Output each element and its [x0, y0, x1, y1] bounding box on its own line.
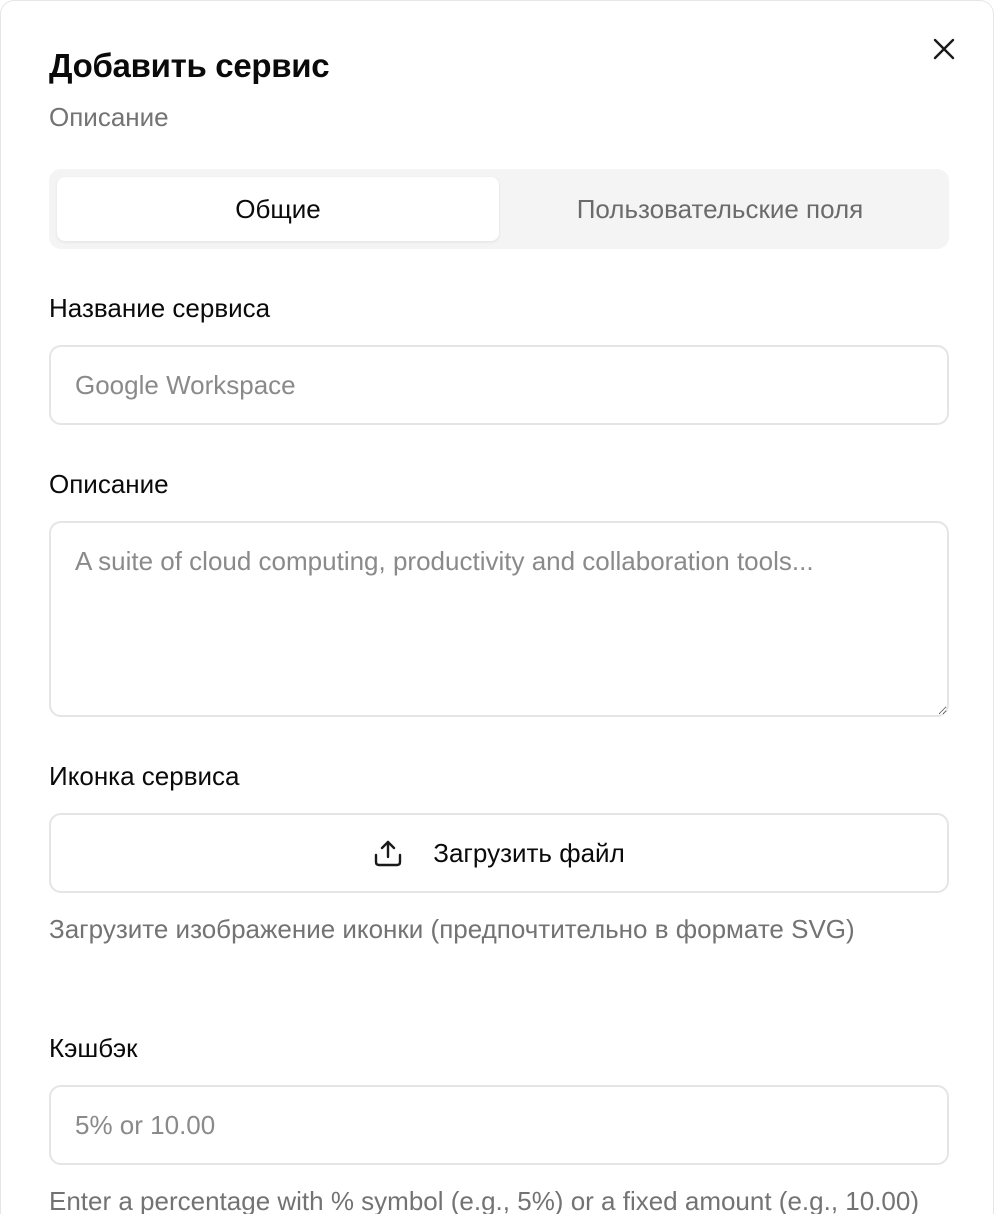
service-icon-help: Загрузите изображение иконки (предпочтит…: [49, 914, 855, 944]
close-icon: [933, 38, 955, 60]
add-service-dialog: Добавить сервис Описание Общие Пользоват…: [0, 0, 994, 1214]
cashback-input[interactable]: [49, 1085, 949, 1165]
cashback-help: Enter a percentage with % symbol (e.g., …: [49, 1186, 919, 1214]
service-name-label: Название сервиса: [49, 293, 271, 323]
cashback-label: Кэшбэк: [49, 1033, 138, 1063]
description-textarea[interactable]: [49, 521, 949, 717]
service-name-input[interactable]: [49, 345, 949, 425]
upload-icon: [373, 838, 403, 868]
upload-file-label: Загрузить файл: [433, 837, 625, 868]
tab-general[interactable]: Общие: [57, 177, 499, 241]
description-label: Описание: [49, 469, 169, 499]
dialog-description: Описание: [49, 102, 169, 132]
tabs: Общие Пользовательские поля: [49, 169, 949, 249]
upload-file-button[interactable]: Загрузить файл: [49, 813, 949, 893]
dialog-title: Добавить сервис: [49, 47, 330, 84]
close-button[interactable]: [929, 34, 959, 64]
tab-custom-fields[interactable]: Пользовательские поля: [499, 177, 941, 241]
service-icon-label: Иконка сервиса: [49, 761, 240, 791]
